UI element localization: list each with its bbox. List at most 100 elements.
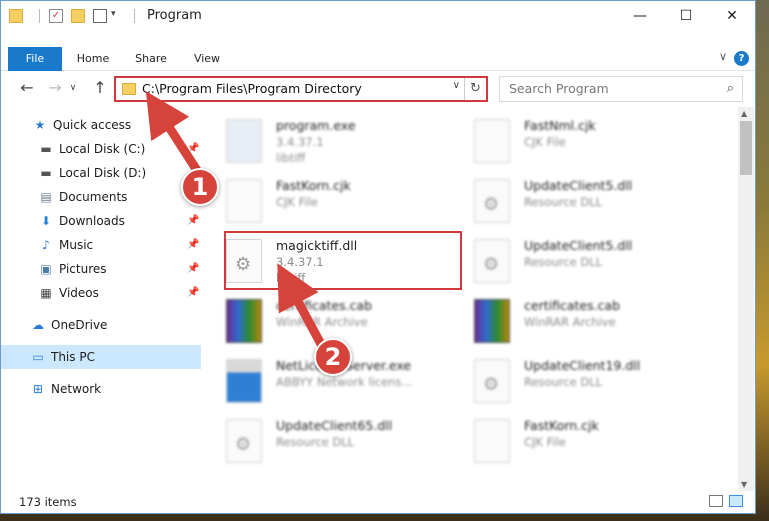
- dll-file-icon: [226, 419, 262, 463]
- pin-icon: 📌: [187, 143, 200, 154]
- doc-file-icon: [226, 179, 262, 223]
- tab-home[interactable]: Home: [69, 47, 117, 71]
- scroll-up-icon[interactable]: ▲: [741, 109, 747, 118]
- tab-view[interactable]: View: [183, 47, 231, 71]
- sidebar-item-network[interactable]: ⊞ Network: [1, 377, 201, 401]
- sidebar-item-this-pc[interactable]: ▭ This PC: [1, 345, 201, 369]
- search-placeholder: Search Program: [509, 81, 609, 96]
- dll-file-icon: [474, 359, 510, 403]
- up-button[interactable]: ↑: [90, 78, 110, 97]
- sidebar-item-label: Quick access: [53, 118, 132, 132]
- vertical-scrollbar[interactable]: ▲ ▼: [738, 107, 754, 491]
- recent-locations-button[interactable]: ∨: [67, 83, 79, 93]
- file-item[interactable]: FastKorn.cjk CJK File: [452, 415, 692, 473]
- scroll-thumb[interactable]: [740, 121, 752, 175]
- pin-icon: 📌: [187, 263, 200, 274]
- scroll-down-icon[interactable]: ▼: [741, 480, 747, 489]
- star-icon: ★: [34, 118, 46, 132]
- file-meta: ABBYY Network licens...: [276, 375, 413, 389]
- file-name: UpdateClient5.dll: [524, 178, 633, 193]
- pictures-icon: ▣: [40, 262, 52, 276]
- address-path[interactable]: C:\Program Files\Program Directory: [142, 81, 362, 96]
- file-item[interactable]: UpdateClient5.dll Resource DLL: [452, 235, 692, 293]
- item-count: 173 items: [19, 495, 77, 509]
- sidebar-item-downloads[interactable]: ⬇ Downloads 📌: [1, 209, 201, 233]
- file-meta: CJK File: [524, 135, 566, 149]
- details-view-icon[interactable]: [709, 495, 723, 507]
- back-button[interactable]: ←: [17, 78, 37, 97]
- file-name: FastKorn.cjk: [524, 418, 599, 433]
- file-meta: CJK File: [524, 435, 566, 449]
- file-item[interactable]: UpdateClient65.dll Resource DLL: [204, 415, 444, 473]
- net-file-icon: [226, 359, 262, 403]
- step-badge-1: 1: [181, 168, 219, 206]
- file-meta: Resource DLL: [524, 195, 603, 209]
- help-icon[interactable]: ?: [734, 51, 749, 66]
- file-name: certificates.cab: [276, 298, 373, 313]
- sidebar-item-label: Local Disk (D:): [59, 166, 147, 180]
- title-bar: ✓ ▾ Program — ☐ ✕: [1, 1, 755, 31]
- pin-icon: 📌: [187, 239, 200, 250]
- folder-icon: [122, 83, 136, 95]
- sidebar-item-local-disk-d[interactable]: ▬ Local Disk (D:): [1, 161, 201, 185]
- maximize-button[interactable]: ☐: [663, 1, 709, 31]
- cloud-icon: ☁: [32, 318, 44, 332]
- network-icon: ⊞: [32, 382, 44, 396]
- navigation-pane: ★ Quick access ▬ Local Disk (C:) 📌 ▬ Local Dis…: [1, 109, 201, 489]
- expand-ribbon-icon[interactable]: ∨: [719, 50, 727, 63]
- download-icon: ⬇: [40, 214, 52, 228]
- minimize-button[interactable]: —: [617, 1, 663, 31]
- sidebar-item-label: Downloads: [59, 214, 125, 228]
- file-name: FastKorn.cjk: [276, 178, 351, 193]
- address-dropdown-icon[interactable]: ∨: [453, 80, 460, 91]
- tab-share[interactable]: Share: [127, 47, 175, 71]
- file-meta: Resource DLL: [524, 375, 603, 389]
- search-input[interactable]: Search Program ⌕: [499, 76, 743, 102]
- sidebar-item-onedrive[interactable]: ☁ OneDrive: [1, 313, 201, 337]
- file-meta: 3.4.37.1: [276, 135, 324, 149]
- sidebar-item-label: Local Disk (C:): [59, 142, 146, 156]
- ribbon-tabs: File Home Share View ∨ ?: [1, 47, 755, 71]
- file-item[interactable]: UpdateClient5.dll Resource DLL: [452, 175, 692, 233]
- file-name: certificates.cab: [524, 298, 621, 313]
- navigation-bar: ← → ∨ ↑ C:\Program Files\Program Directo…: [1, 73, 755, 105]
- file-meta: Resource DLL: [276, 435, 355, 449]
- sidebar-item-quick-access[interactable]: ★ Quick access: [1, 113, 201, 137]
- file-meta: WinRAR Archive: [276, 315, 368, 329]
- music-icon: ♪: [42, 238, 50, 252]
- view-options-icon[interactable]: [93, 9, 107, 23]
- cab-file-icon: [226, 299, 262, 343]
- sidebar-item-videos[interactable]: ▦ Videos 📌: [1, 281, 201, 305]
- documents-icon: ▤: [40, 190, 52, 204]
- close-button[interactable]: ✕: [709, 1, 755, 31]
- properties-icon[interactable]: ✓: [49, 9, 63, 23]
- window-title: Program: [147, 8, 202, 23]
- new-folder-icon[interactable]: [71, 9, 85, 23]
- sidebar-item-label: Videos: [59, 286, 99, 300]
- sidebar-item-label: Pictures: [59, 262, 107, 276]
- computer-icon: ▭: [32, 350, 44, 364]
- file-item[interactable]: certificates.cab WinRAR Archive: [452, 295, 692, 353]
- large-icons-view-icon[interactable]: [729, 495, 743, 507]
- folder-icon: [9, 9, 23, 23]
- file-meta: CJK File: [276, 195, 318, 209]
- file-item[interactable]: UpdateClient19.dll Resource DLL: [452, 355, 692, 413]
- file-item[interactable]: FastNml.cjk CJK File: [452, 115, 692, 173]
- sidebar-item-local-disk-c[interactable]: ▬ Local Disk (C:) 📌: [1, 137, 201, 161]
- file-item[interactable]: FastKorn.cjk CJK File: [204, 175, 444, 233]
- sidebar-item-documents[interactable]: ▤Documents📌: [1, 185, 201, 209]
- forward-button[interactable]: →: [45, 78, 65, 97]
- file-item[interactable]: program.exe 3.4.37.1 libtiff: [204, 115, 444, 173]
- sidebar-item-music[interactable]: ♪ Music 📌: [1, 233, 201, 257]
- file-meta: libtiff: [276, 151, 306, 165]
- address-bar[interactable]: C:\Program Files\Program Directory ∨ ↻: [114, 76, 488, 102]
- sidebar-item-label: Documents: [59, 190, 128, 204]
- sidebar-item-pictures[interactable]: ▣ Pictures 📌: [1, 257, 201, 281]
- file-name: FastNml.cjk: [524, 118, 596, 133]
- customize-toolbar-icon[interactable]: ▾: [111, 9, 125, 23]
- tab-file[interactable]: File: [8, 47, 62, 71]
- cab-file-icon: [474, 299, 510, 343]
- refresh-button[interactable]: ↻: [464, 78, 486, 100]
- doc-file-icon: [474, 419, 510, 463]
- search-icon[interactable]: ⌕: [727, 81, 734, 96]
